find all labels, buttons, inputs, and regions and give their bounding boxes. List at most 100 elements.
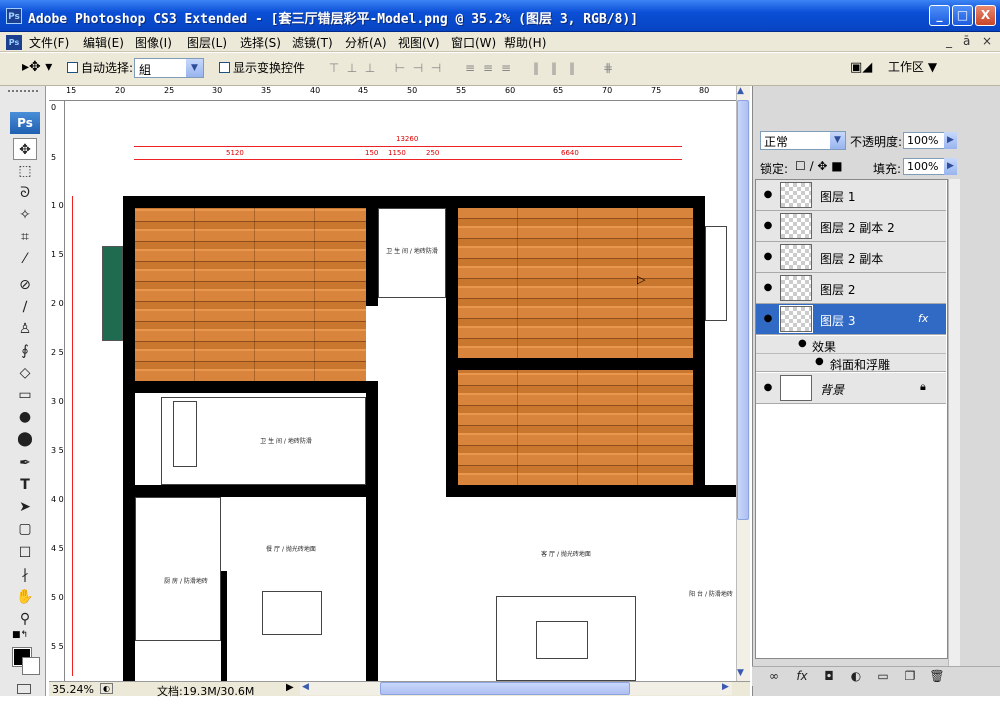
layer-name[interactable]: 图层 1 <box>820 188 855 205</box>
crop-icon[interactable]: ⌗ <box>13 226 37 248</box>
doc-restore-button[interactable]: ā <box>963 34 970 48</box>
menu-window[interactable]: 窗口(W) <box>451 34 496 51</box>
hand-icon[interactable]: ✋ <box>13 586 37 608</box>
eye-icon[interactable]: ● <box>760 218 776 234</box>
eye-icon[interactable]: ● <box>760 249 776 265</box>
eye-icon[interactable]: ● <box>815 356 824 367</box>
trash-icon[interactable]: 🗑︎ <box>928 669 946 683</box>
status-icon[interactable]: ◐ <box>100 683 113 694</box>
toolbox-grip[interactable] <box>8 90 38 96</box>
auto-align-icon[interactable]: ⋕ <box>600 61 616 75</box>
move-icon[interactable]: ✥ <box>13 138 37 160</box>
type-icon[interactable]: T <box>13 474 37 496</box>
lock-icons[interactable]: ☐ ∕ ✥ ■ <box>795 159 843 173</box>
history-brush-icon[interactable]: ∮ <box>13 340 37 362</box>
new-layer-icon[interactable]: ❐ <box>901 669 919 683</box>
status-menu-arrow-icon[interactable]: ▶ <box>286 682 294 693</box>
menu-layer[interactable]: 图层(L) <box>187 34 227 51</box>
layers-scrollbar[interactable] <box>948 179 960 669</box>
group-icon[interactable]: ▭ <box>874 669 892 683</box>
dodge-icon[interactable]: ⬤ <box>13 428 37 450</box>
scroll-right-icon[interactable]: ▶ <box>722 682 729 692</box>
zoom-icon[interactable]: ⚲ <box>13 608 37 630</box>
menu-analysis[interactable]: 分析(A) <box>345 34 387 51</box>
path-select-icon[interactable]: ➤ <box>13 496 37 518</box>
eye-icon[interactable]: ● <box>760 187 776 203</box>
shape-icon[interactable]: ▢ <box>13 518 37 540</box>
notes-icon[interactable]: ☐ <box>13 542 37 564</box>
stamp-icon[interactable]: ♙ <box>13 318 37 340</box>
brush-icon[interactable]: ∕ <box>13 296 37 318</box>
distribute-left-icon[interactable]: ‖ <box>528 61 544 75</box>
align-vcenter-icon[interactable]: ⊥ <box>344 61 360 75</box>
eyedropper-icon[interactable]: ⁄ <box>13 248 37 270</box>
adjustment-icon[interactable]: ◐ <box>847 669 865 683</box>
camera-icon[interactable]: ▣◢ <box>850 60 872 75</box>
align-hcenter-icon[interactable]: ⊣ <box>410 61 426 75</box>
distribute-bottom-icon[interactable]: ≡ <box>498 61 514 75</box>
fx-badge-icon[interactable]: fx <box>918 312 928 325</box>
vertical-scroll-thumb[interactable] <box>737 100 749 520</box>
healing-icon[interactable]: ⊘ <box>13 274 37 296</box>
menu-select[interactable]: 选择(S) <box>240 34 281 51</box>
link-icon[interactable]: ∞ <box>765 669 783 683</box>
eye-icon[interactable]: ● <box>760 311 776 327</box>
show-transform-checkbox[interactable] <box>219 62 230 73</box>
distribute-right-icon[interactable]: ‖ <box>564 61 580 75</box>
layer-name[interactable]: 图层 2 副本 <box>820 250 883 267</box>
fill-arrow-icon[interactable]: ▶ <box>944 158 957 175</box>
distribute-hcenter-icon[interactable]: ‖ <box>546 61 562 75</box>
menu-image[interactable]: 图像(I) <box>135 34 172 51</box>
magic-wand-icon[interactable]: ✧ <box>13 204 37 226</box>
distribute-top-icon[interactable]: ≡ <box>462 61 478 75</box>
layer-name[interactable]: 图层 2 <box>820 281 855 298</box>
mask-icon[interactable]: ◘ <box>820 669 838 683</box>
menu-filter[interactable]: 滤镜(T) <box>292 34 333 51</box>
menu-help[interactable]: 帮助(H) <box>504 34 546 51</box>
doc-minimize-button[interactable]: _ <box>946 34 952 48</box>
scroll-left-icon[interactable]: ◀ <box>302 682 309 692</box>
pen-icon[interactable]: ✒ <box>13 452 37 474</box>
maximize-button[interactable]: □ <box>952 5 973 26</box>
scroll-down-icon[interactable]: ▼ <box>737 668 744 678</box>
close-button[interactable]: X <box>975 5 996 26</box>
layer-name[interactable]: 图层 3 <box>820 312 855 329</box>
menu-view[interactable]: 视图(V) <box>398 34 440 51</box>
menu-file[interactable]: 文件(F) <box>29 34 69 51</box>
lasso-icon[interactable]: ᘐ <box>13 182 37 204</box>
background-color[interactable] <box>22 657 40 675</box>
effects-row[interactable] <box>756 336 946 354</box>
fx-icon[interactable]: fx <box>793 669 811 683</box>
swap-colors-icon[interactable]: ■↰ <box>12 630 28 640</box>
eye-icon[interactable]: ● <box>798 338 807 349</box>
distribute-vcenter-icon[interactable]: ≡ <box>480 61 496 75</box>
zoom-level[interactable]: 35.24% <box>52 683 94 696</box>
opacity-arrow-icon[interactable]: ▶ <box>944 132 957 149</box>
eye-icon[interactable]: ● <box>760 280 776 296</box>
blur-icon[interactable]: ● <box>13 406 37 428</box>
align-top-icon[interactable]: ⊤ <box>326 61 342 75</box>
marquee-icon[interactable]: ⬚ <box>13 160 37 182</box>
align-bottom-icon[interactable]: ⊥ <box>362 61 378 75</box>
doc-close-button[interactable]: × <box>982 34 992 48</box>
workspace-button[interactable]: 工作区 ▼ <box>888 58 946 76</box>
align-right-icon[interactable]: ⊣ <box>428 61 444 75</box>
eye-icon[interactable]: ● <box>760 380 776 396</box>
align-left-icon[interactable]: ⊢ <box>392 61 408 75</box>
document-canvas[interactable]: 13260 5120 150 1150 250 6640 卫 生 间 / 地砖防… <box>66 101 736 681</box>
auto-select-checkbox[interactable] <box>67 62 78 73</box>
fill-input[interactable]: 100% <box>903 158 949 175</box>
move-tool-preset-icon[interactable]: ▸✥ ▾ <box>22 59 52 75</box>
gradient-icon[interactable]: ▭ <box>13 384 37 406</box>
minimize-button[interactable]: _ <box>929 5 950 26</box>
chevron-down-icon[interactable]: ▼ <box>830 132 845 149</box>
quick-mask-icon[interactable] <box>17 684 31 694</box>
opacity-input[interactable]: 100% <box>903 132 949 149</box>
layer-name[interactable]: 图层 2 副本 2 <box>820 219 895 236</box>
eraser-icon[interactable]: ◇ <box>13 362 37 384</box>
menu-edit[interactable]: 编辑(E) <box>83 34 124 51</box>
scroll-up-icon[interactable]: ▲ <box>737 86 744 96</box>
layer-name[interactable]: 背景 <box>820 381 844 398</box>
chevron-down-icon[interactable]: ▼ <box>186 59 203 77</box>
horizontal-scroll-thumb[interactable] <box>380 682 630 695</box>
